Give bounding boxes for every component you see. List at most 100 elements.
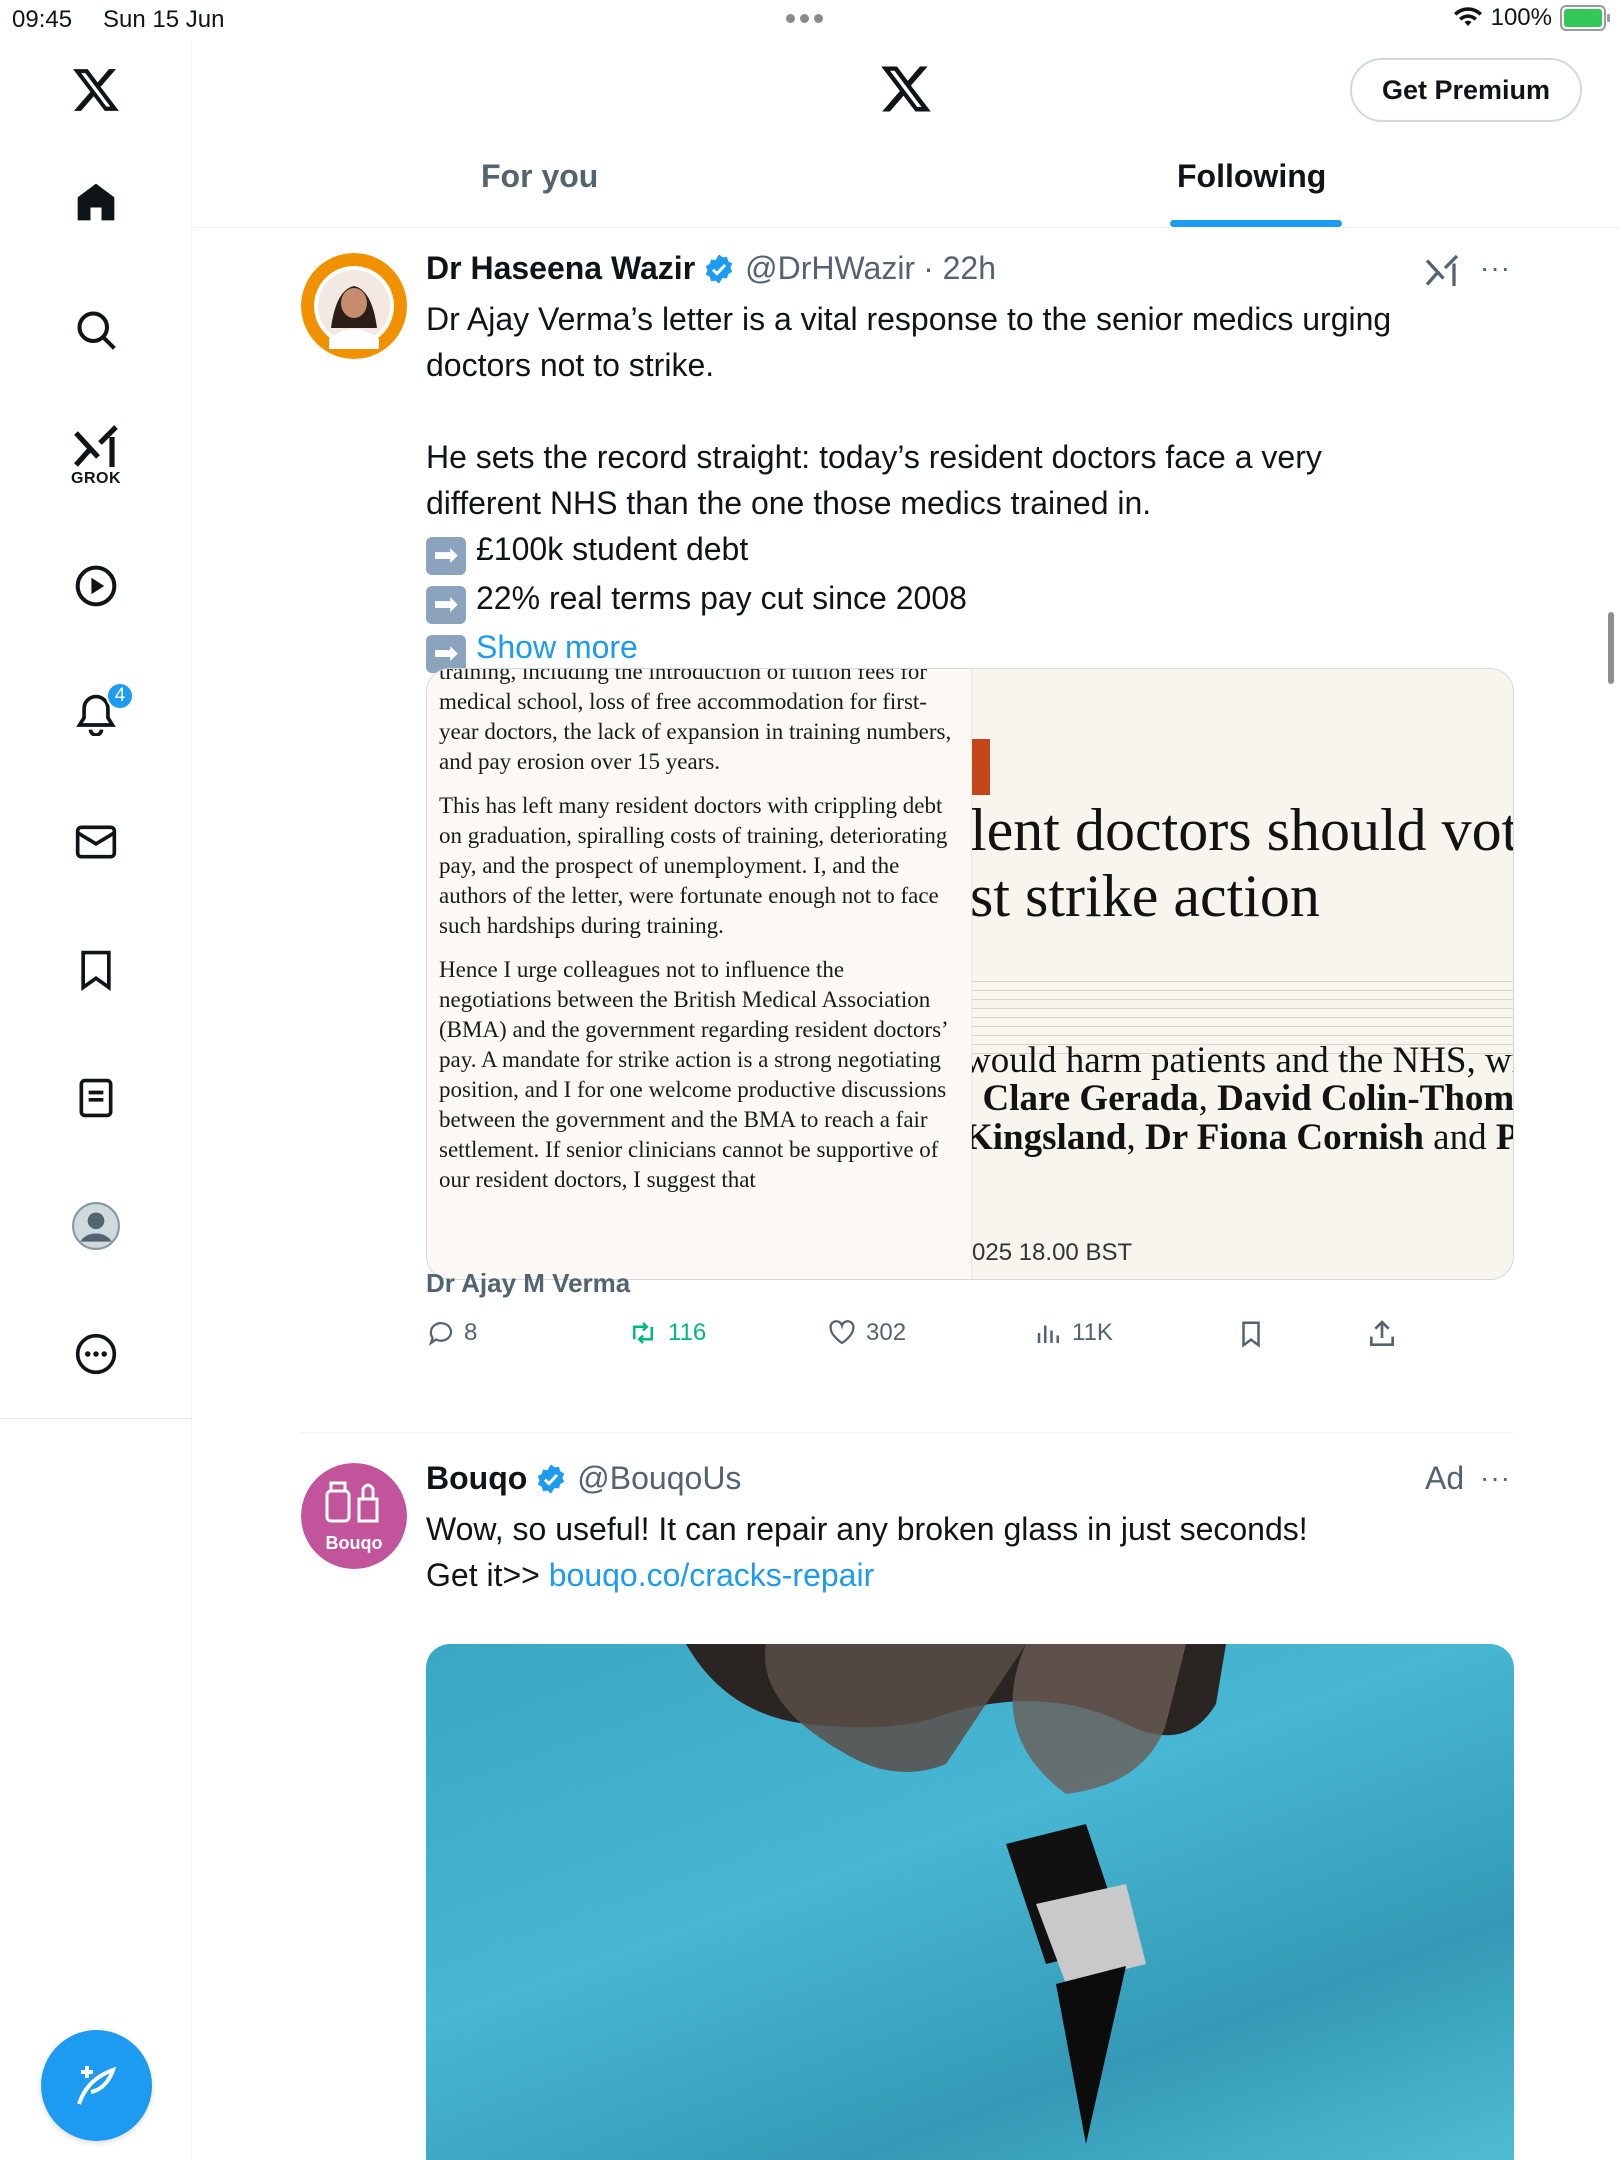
bookmark-button[interactable] [1236,1318,1266,1350]
author-handle[interactable]: @DrHWazir [745,250,915,287]
article-headline: lent doctors should vot st strike action [972,797,1514,929]
tweet-text-line: Wow, so useful! It can repair any broken… [426,1511,1308,1547]
tweet-body: Wow, so useful! It can repair any broken… [426,1506,1516,1598]
repost-icon [633,1322,653,1344]
byline-author: Pr [1496,1117,1513,1158]
heart-icon [829,1320,855,1345]
grok-explain-icon[interactable] [1424,254,1460,288]
share-icon [1370,1320,1394,1346]
article-standfirst: would harm patients and the NHS, wri [972,1040,1514,1081]
avatar-label: Bouqo [325,1533,383,1553]
tab-following[interactable]: Following [1177,158,1326,195]
clipping-paragraph: Hence I urge colleagues not to influence… [439,957,947,1192]
list-icon[interactable] [60,1062,132,1134]
tweet[interactable]: Dr Haseena Wazir @DrHWazir · 22h ··· Dr … [301,250,1516,1400]
ad-label: Ad [1425,1460,1465,1496]
headline-line: lent doctors should vot [972,797,1514,863]
timeline-header: Get Premium For you Following [193,40,1620,228]
tweet-more-icon[interactable]: ··· [1480,1462,1511,1494]
section-marker [972,739,990,795]
bookmark-icon [1242,1321,1260,1348]
article-byline: Kingsland, Dr Fiona Cornish and Pr [972,1117,1513,1158]
right-arrow-icon: ➡ [426,537,466,575]
mail-icon[interactable] [60,806,132,878]
tab-for-you[interactable]: For you [481,158,598,195]
byline-author: Clare Gerada [982,1078,1199,1119]
tweet-text-line: He sets the record straight: today’s res… [426,439,1322,475]
verified-badge-icon [538,1463,565,1494]
header-x-logo-icon [879,64,933,119]
share-button[interactable] [1366,1318,1398,1350]
bookmark-icon[interactable] [60,934,132,1006]
article-dateline: 025 18.00 BST [972,1239,1133,1266]
home-icon[interactable] [60,166,132,238]
wifi-icon [1453,7,1482,26]
ad-link[interactable]: bouqo.co/cracks-repair [549,1557,874,1593]
show-more-link[interactable]: Show more [476,629,638,665]
media-caption: Dr Ajay M Verma [426,1268,631,1298]
like-count: 302 [866,1319,907,1346]
play-icon[interactable] [60,550,132,622]
views-icon [1037,1325,1059,1343]
promoted-tweet[interactable]: Bouqo Bouqo @BouqoUs Ad ··· Wow, so usef… [301,1460,1516,2160]
scrollbar[interactable] [1608,612,1614,684]
reply-icon [428,1322,453,1346]
like-button[interactable]: 302 [826,1318,906,1348]
bullet-pay-cut: 22% real terms pay cut since 2008 [476,580,967,616]
views-count: 11K [1072,1319,1113,1346]
author-name[interactable]: Bouqo [426,1460,527,1497]
tweet-actions: 8 116 302 11K [426,1318,1514,1358]
ad-video[interactable] [426,1644,1514,2160]
tweet-text-line: different NHS than the one those medics … [426,485,1152,521]
clipping-paragraph: training, including the introduction of … [439,668,952,774]
byline-author: Kingsland [972,1117,1127,1158]
reply-count: 8 [464,1319,478,1346]
grok-label: GROK [71,470,121,487]
views-button[interactable]: 11K [1034,1318,1113,1348]
tweet-media[interactable]: training, including the introduction of … [426,668,1514,1280]
notification-badge: 4 [106,682,134,710]
byline-conjunction: and [1433,1117,1487,1158]
compose-button[interactable] [41,2030,152,2141]
active-tab-indicator [1170,220,1342,227]
clipping-paragraph: This has left many resident doctors with… [439,793,948,938]
byline-author: David Colin-Thome [1217,1078,1514,1119]
verified-badge-icon [705,253,733,284]
headline-line: st strike action [972,863,1320,929]
letter-clipping-image[interactable]: training, including the introduction of … [427,668,972,1279]
article-screenshot-image[interactable]: lent doctors should vot st strike action… [972,669,1514,1279]
status-date: Sun 15 Jun [103,6,225,33]
bullet-debt: £100k student debt [476,531,749,567]
search-icon[interactable] [60,294,132,366]
video-frame-image [686,1644,1226,2144]
tweet-more-icon[interactable]: ··· [1480,252,1511,284]
x-logo-icon[interactable] [60,54,132,126]
repost-count: 116 [668,1319,707,1346]
article-byline: , Clare Gerada, David Colin-Thome [972,1078,1514,1119]
repost-button[interactable]: 116 [626,1318,706,1348]
get-premium-button[interactable]: Get Premium [1350,58,1582,122]
tweet-text-line: doctors not to strike. [426,347,715,383]
tweet-time[interactable]: · 22h [923,250,996,287]
grok-icon[interactable]: GROK [60,422,132,494]
compose-icon [76,2065,116,2105]
tweet-text-prefix: Get it>> [426,1557,540,1593]
sidebar: GROK 4 [0,40,192,2160]
avatar[interactable] [301,253,407,359]
avatar-icon[interactable] [60,1190,132,1262]
author-handle[interactable]: @BouqoUs [577,1460,741,1497]
tweet-body: Dr Ajay Verma’s letter is a vital respon… [426,296,1516,673]
tweet-text-line: Dr Ajay Verma’s letter is a vital respon… [426,301,1392,337]
author-name[interactable]: Dr Haseena Wazir [426,250,695,287]
status-bar: 09:45 Sun 15 Jun 100% [0,0,1620,40]
sidebar-separator [0,1418,192,1419]
tweet-divider [301,1432,1513,1433]
reply-button[interactable]: 8 [426,1318,477,1348]
multitasking-dots[interactable] [786,14,823,23]
battery-percent: 100% [1490,4,1552,31]
more-icon[interactable] [60,1318,132,1390]
status-time: 09:45 [12,6,73,33]
battery-icon [1560,5,1610,31]
byline-author: Dr Fiona Cornish [1144,1117,1424,1158]
bell-icon[interactable]: 4 [60,678,134,750]
